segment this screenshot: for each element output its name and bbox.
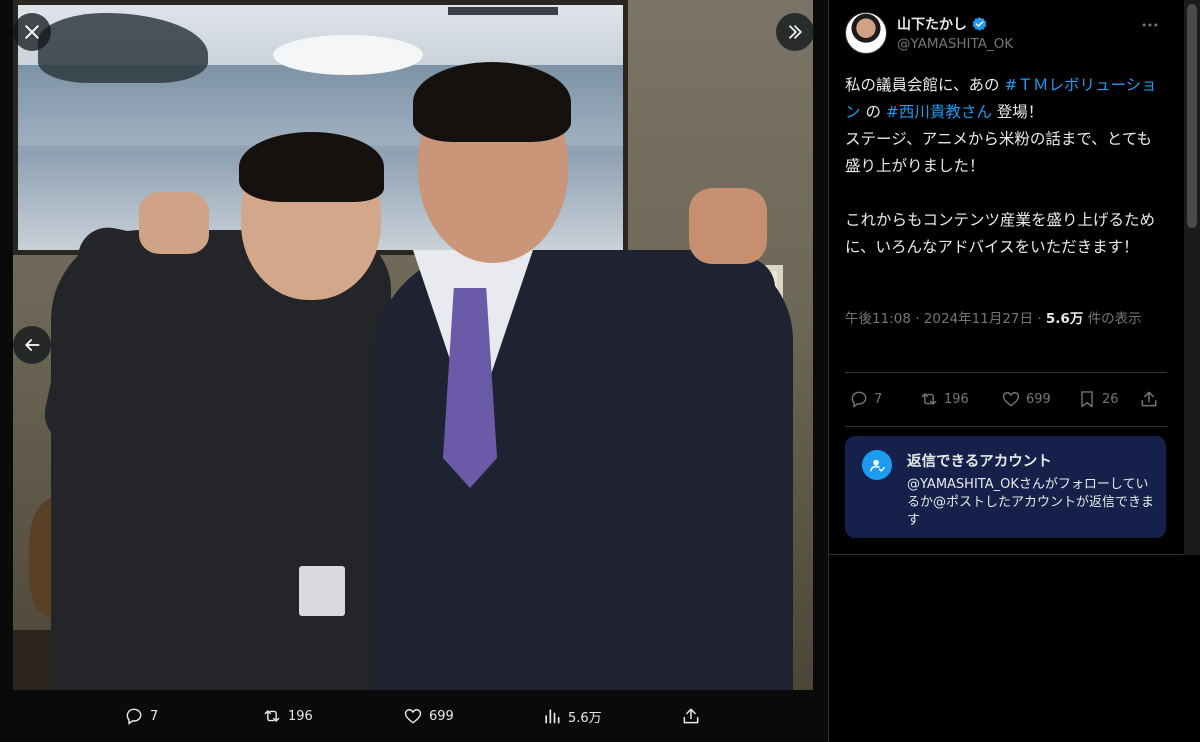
repost-count: 196 <box>944 391 969 407</box>
bookmark-icon <box>1081 391 1093 408</box>
viewer-action-bar: 7 196 699 5.6万 <box>0 690 828 742</box>
tweet-time[interactable]: 午後11:08 <box>845 311 911 327</box>
media-viewer: 7 196 699 5.6万 <box>0 0 828 742</box>
avatar[interactable] <box>845 12 887 54</box>
author-text: 山下たかし @YAMASHITA_OK <box>897 14 1013 52</box>
tweet-meta: 午後11:08 · 2024年11月27日 · 5.6万 件の表示 <box>845 308 1165 331</box>
person-left-suit <box>51 230 391 690</box>
author-name-text: 山下たかし <box>897 17 967 33</box>
author-handle[interactable]: @YAMASHITA_OK <box>897 36 1013 52</box>
close-button[interactable] <box>13 13 51 51</box>
person-right-hair <box>413 62 571 142</box>
tweet-text-part: 私の議員会館に、あの <box>845 76 1005 94</box>
id-badge <box>299 566 345 616</box>
double-chevron-right-icon <box>789 25 802 39</box>
reply-icon <box>126 708 142 725</box>
bookmark-count: 26 <box>1102 391 1119 407</box>
share-icon <box>1141 391 1157 407</box>
repost-button[interactable]: 196 <box>919 382 969 416</box>
reply-restriction-card: 返信できるアカウント @YAMASHITA_OKさんがフォローしているか@ポスト… <box>845 436 1166 538</box>
like-button[interactable]: 699 <box>1001 382 1051 416</box>
scrollbar[interactable] <box>1184 0 1200 555</box>
person-right-fist <box>689 188 767 264</box>
reply-restriction-description: @YAMASHITA_OKさんがフォローしているか@ポストしたアカウントが返信で… <box>907 477 1155 528</box>
share-button[interactable] <box>1139 382 1159 416</box>
reply-icon <box>851 391 867 408</box>
tweet-text-part: 登場！ ステージ、アニメから米粉の話まで、とても盛り上がりました！ これからもコ… <box>845 103 1156 256</box>
reply-count: 7 <box>874 391 883 407</box>
reply-restriction-title: 返信できるアカウント <box>907 454 1052 470</box>
person-left-fist <box>139 192 209 254</box>
hashtag-link[interactable]: #西川貴教さん <box>886 103 992 121</box>
divider <box>845 426 1167 427</box>
tweet-text-part: の <box>860 103 886 121</box>
expand-panel-button[interactable] <box>776 13 814 51</box>
arrow-left-icon <box>25 339 40 351</box>
repost-icon <box>921 393 937 405</box>
person-check-icon <box>862 450 892 480</box>
views-number: 5.6万 <box>1045 311 1084 327</box>
viewer-reply-count: 7 <box>150 708 159 724</box>
close-icon <box>25 25 39 39</box>
reply-button[interactable]: 7 <box>849 382 882 416</box>
viewer-reply-button[interactable]: 7 <box>124 690 158 742</box>
tweet-text: 私の議員会館に、あの #ＴＭレボリューション の #西川貴教さん 登場！ ステー… <box>845 72 1167 261</box>
viewer-repost-count: 196 <box>288 708 313 724</box>
viewer-share-button[interactable] <box>681 690 701 742</box>
like-count: 699 <box>1026 391 1051 407</box>
share-icon <box>683 708 699 724</box>
divider <box>845 372 1167 373</box>
verified-badge-icon <box>972 16 987 31</box>
viewer-views-count: 5.6万 <box>568 710 602 726</box>
heart-icon <box>1002 392 1020 407</box>
repost-icon <box>264 710 280 722</box>
viewer-views-button[interactable]: 5.6万 <box>542 690 602 742</box>
tweet-container: 山下たかし @YAMASHITA_OK 私の議員会館に、あの #ＴＭレボリューシ… <box>829 0 1183 555</box>
more-options-button[interactable] <box>1139 14 1161 36</box>
views-suffix: 件の表示 <box>1087 311 1142 327</box>
meta-separator: · <box>915 311 920 327</box>
tweet-actions: 7 196 699 26 <box>845 382 1167 416</box>
analytics-icon <box>545 709 560 724</box>
person-left-hair <box>239 132 384 202</box>
viewer-like-button[interactable]: 699 <box>403 690 454 742</box>
previous-media-button[interactable] <box>13 326 51 364</box>
heart-icon <box>404 709 422 724</box>
tweet-detail-panel: 山下たかし @YAMASHITA_OK 私の議員会館に、あの #ＴＭレボリューシ… <box>828 0 1200 742</box>
viewer-repost-button[interactable]: 196 <box>262 690 313 742</box>
tweet-date[interactable]: 2024年11月27日 <box>924 311 1033 327</box>
scrollbar-thumb[interactable] <box>1187 4 1197 228</box>
meta-separator: · <box>1037 311 1042 327</box>
tweet-author[interactable]: 山下たかし @YAMASHITA_OK <box>845 12 1013 54</box>
viewer-like-count: 699 <box>429 708 454 724</box>
author-display-name[interactable]: 山下たかし <box>897 14 1013 34</box>
more-dots-icon <box>1142 23 1158 27</box>
tweet-photo[interactable] <box>13 0 813 690</box>
bookmark-button[interactable]: 26 <box>1077 382 1119 416</box>
